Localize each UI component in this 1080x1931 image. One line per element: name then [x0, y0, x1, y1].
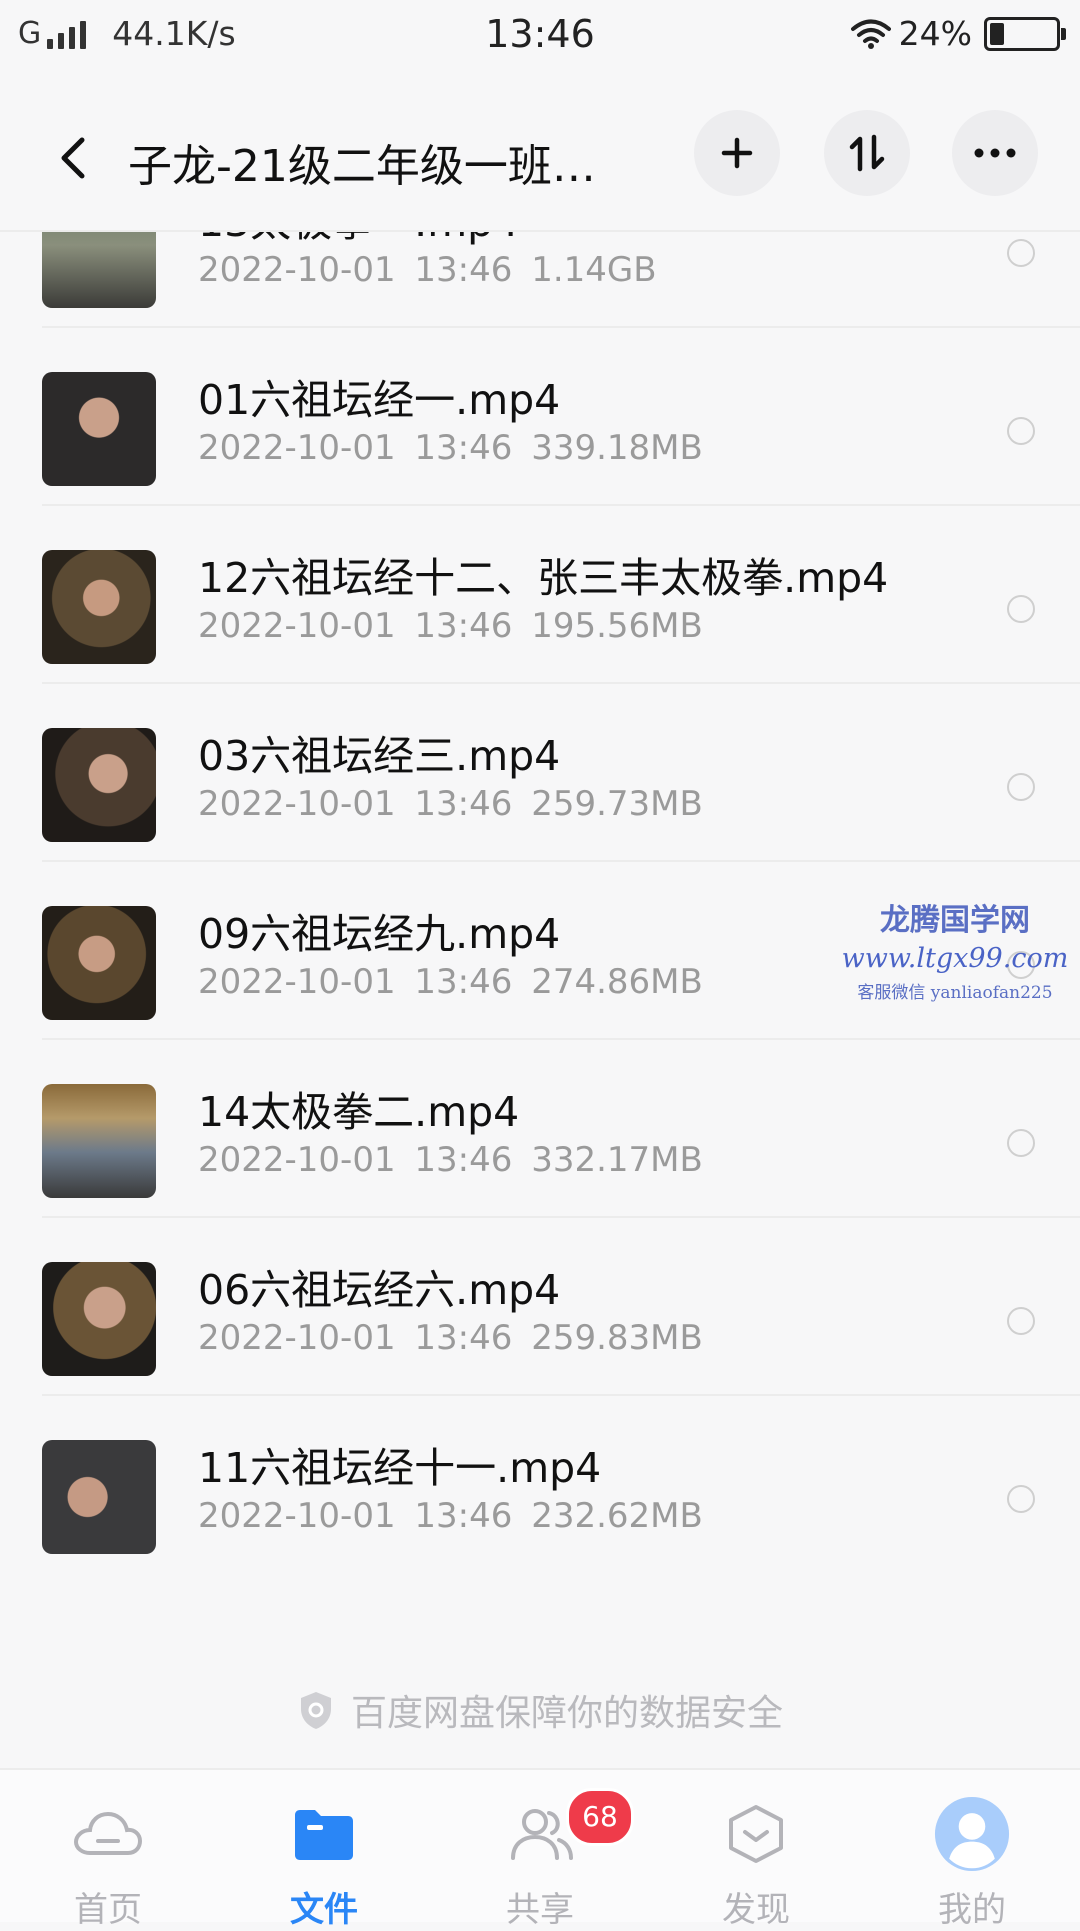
select-checkbox[interactable] [1007, 595, 1035, 623]
file-meta: 2022-10-01 13:46 339.18MB [198, 428, 703, 468]
more-button[interactable] [952, 110, 1038, 196]
file-meta: 2022-10-01 13:46 232.62MB [198, 1496, 703, 1536]
tab-home-label: 首页 [74, 1890, 142, 1930]
share-people-icon [511, 1809, 573, 1860]
shield-icon [300, 1692, 331, 1729]
file-row[interactable]: 03六祖坛经三.mp4 2022-10-01 13:46 259.73MB [0, 684, 1080, 862]
file-name: 14太极拳二.mp4 [198, 1088, 520, 1136]
tab-share-label: 共享 [506, 1890, 574, 1930]
file-name: 13太极拳一.mp4 [198, 232, 519, 248]
file-name: 03六祖坛经三.mp4 [198, 732, 561, 780]
tab-share[interactable]: 68 共享 [432, 1770, 648, 1930]
video-thumbnail [42, 550, 156, 664]
tab-discover[interactable]: 发现 [648, 1770, 864, 1930]
file-meta: 2022-10-01 13:46 259.73MB [198, 784, 703, 824]
battery-percent: 24% [898, 14, 972, 53]
file-row[interactable]: 06六祖坛经六.mp4 2022-10-01 13:46 259.83MB [0, 1218, 1080, 1396]
file-meta: 2022-10-01 13:46 259.83MB [198, 1318, 703, 1358]
back-icon[interactable] [50, 128, 94, 188]
sort-icon [849, 134, 885, 172]
select-checkbox[interactable] [1007, 1307, 1035, 1335]
add-icon [721, 137, 753, 169]
file-row[interactable]: 12六祖坛经十二、张三丰太极拳.mp4 2022-10-01 13:46 195… [0, 506, 1080, 684]
video-thumbnail [42, 232, 156, 308]
tab-bar: 首页 文件 68 共享 发现 我的 [0, 1768, 1080, 1930]
tab-mine[interactable]: 我的 [864, 1770, 1080, 1930]
status-right: 24% [850, 14, 1066, 53]
file-row[interactable]: 01六祖坛经一.mp4 2022-10-01 13:46 339.18MB [0, 328, 1080, 506]
security-note: 百度网盘保障你的数据安全 [0, 1684, 1080, 1736]
avatar-icon [934, 1796, 1010, 1872]
tab-files-label: 文件 [290, 1890, 358, 1930]
file-meta: 2022-10-01 13:46 332.17MB [198, 1140, 703, 1180]
file-meta: 2022-10-01 13:46 1.14GB [198, 250, 657, 290]
select-checkbox[interactable] [1007, 1485, 1035, 1513]
watermark-url: www.ltgx99.com [841, 943, 1069, 974]
status-bar: G 44.1K/s 13:46 24% [0, 0, 1080, 76]
file-name: 11六祖坛经十一.mp4 [198, 1444, 602, 1492]
file-meta: 2022-10-01 13:46 274.86MB [198, 962, 703, 1002]
watermark-title: 龙腾国学网 [880, 903, 1030, 938]
more-icon [974, 148, 1016, 158]
select-checkbox[interactable] [1007, 239, 1035, 267]
video-thumbnail [42, 1262, 156, 1376]
sort-button[interactable] [824, 110, 910, 196]
select-checkbox[interactable] [1007, 1129, 1035, 1157]
file-name: 12六祖坛经十二、张三丰太极拳.mp4 [198, 554, 889, 602]
folder-icon [295, 1810, 353, 1860]
tab-home[interactable]: 首页 [0, 1770, 216, 1930]
add-button[interactable] [694, 110, 780, 196]
watermark: 龙腾国学网 www.ltgx99.com 客服微信 yanliaofan225 [830, 895, 1080, 1003]
tab-discover-label: 发现 [722, 1890, 790, 1930]
video-thumbnail [42, 1084, 156, 1198]
cloud-icon [74, 1811, 142, 1855]
header: 子龙-21级二年级一班… [0, 90, 1080, 230]
tab-mine-label: 我的 [938, 1890, 1006, 1930]
battery-icon [984, 16, 1066, 51]
video-thumbnail [42, 906, 156, 1020]
discover-icon [729, 1805, 783, 1863]
file-name: 06六祖坛经六.mp4 [198, 1266, 561, 1314]
video-thumbnail [42, 372, 156, 486]
file-row[interactable]: 13太极拳一.mp4 2022-10-01 13:46 1.14GB [0, 232, 1080, 328]
page-title: 子龙-21级二年级一班… [128, 141, 596, 192]
file-name: 01六祖坛经一.mp4 [198, 376, 561, 424]
file-row[interactable]: 11六祖坛经十一.mp4 2022-10-01 13:46 232.62MB [0, 1396, 1080, 1574]
tab-files[interactable]: 文件 [216, 1770, 432, 1930]
security-text: 百度网盘保障你的数据安全 [350, 1693, 783, 1734]
select-checkbox[interactable] [1007, 417, 1035, 445]
video-thumbnail [42, 1440, 156, 1554]
file-name: 09六祖坛经九.mp4 [198, 910, 561, 958]
select-checkbox[interactable] [1007, 773, 1035, 801]
notification-badge: 68 [566, 1788, 634, 1846]
file-row[interactable]: 14太极拳二.mp4 2022-10-01 13:46 332.17MB [0, 1040, 1080, 1218]
wifi-icon [850, 19, 891, 49]
video-thumbnail [42, 728, 156, 842]
file-meta: 2022-10-01 13:46 195.56MB [198, 606, 703, 646]
watermark-contact: 客服微信 yanliaofan225 [857, 983, 1053, 1003]
